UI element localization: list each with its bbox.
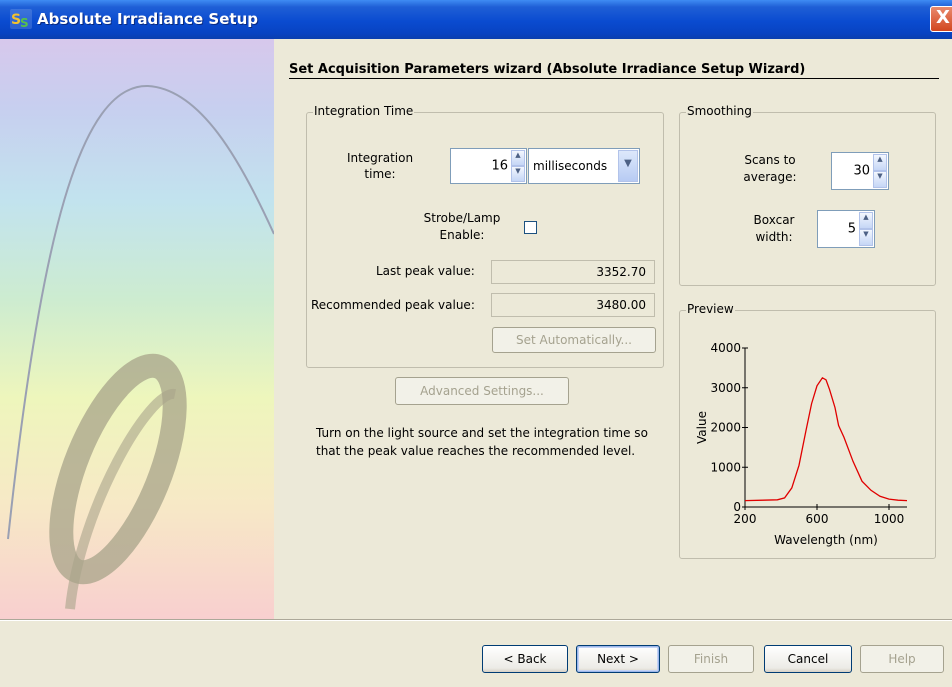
app-logo-icon: S S — [10, 9, 32, 29]
close-icon: X — [936, 7, 950, 28]
boxcar-width-label: Boxcar width: — [753, 213, 795, 244]
decrement-arrow-icon[interactable]: ▼ — [859, 229, 873, 246]
preview-group: Preview — [679, 302, 936, 559]
footer-divider — [0, 619, 952, 621]
scans-to-average-value[interactable]: 30 — [853, 164, 870, 179]
next-button[interactable]: Next > — [576, 645, 660, 673]
time-unit-value: milliseconds — [533, 159, 608, 173]
increment-arrow-icon[interactable]: ▲ — [859, 212, 873, 229]
increment-arrow-icon[interactable]: ▲ — [511, 150, 525, 166]
finish-button[interactable]: Finish — [668, 645, 754, 673]
smoothing-legend: Smoothing — [686, 104, 753, 118]
time-unit-dropdown[interactable]: milliseconds ▼ — [528, 148, 640, 184]
strobe-lamp-checkbox[interactable] — [524, 221, 537, 234]
integration-time-value[interactable]: 16 — [491, 159, 508, 174]
wizard-title: Set Acquisition Parameters wizard (Absol… — [289, 62, 806, 77]
close-button[interactable]: X — [930, 6, 952, 32]
help-button[interactable]: Help — [860, 645, 944, 673]
preview-legend: Preview — [686, 302, 735, 316]
svg-text:S: S — [20, 16, 29, 29]
boxcar-width-spinner[interactable]: 5 ▲ ▼ — [817, 210, 875, 248]
recommended-peak-value: 3480.00 — [491, 293, 655, 317]
scans-to-average-label: Scans to average: — [743, 153, 797, 184]
smoothing-group: Smoothing — [679, 104, 936, 286]
decrement-arrow-icon[interactable]: ▼ — [511, 166, 525, 182]
title-bar[interactable]: S S Absolute Irradiance Setup X — [0, 0, 952, 39]
wizard-side-banner — [0, 39, 274, 619]
spectrum-logo-art — [7, 84, 274, 610]
title-divider — [289, 78, 939, 79]
decrement-arrow-icon[interactable]: ▼ — [873, 171, 887, 188]
integration-time-legend: Integration Time — [313, 104, 415, 118]
increment-arrow-icon[interactable]: ▲ — [873, 154, 887, 171]
advanced-settings-button[interactable]: Advanced Settings... — [395, 377, 569, 405]
instruction-text: Turn on the light source and set the int… — [316, 426, 648, 458]
boxcar-width-value[interactable]: 5 — [848, 222, 856, 237]
cancel-button[interactable]: Cancel — [764, 645, 852, 673]
back-button[interactable]: < Back — [482, 645, 568, 673]
recommended-peak-label: Recommended peak value: — [311, 298, 475, 312]
scans-to-average-spinner[interactable]: 30 ▲ ▼ — [831, 152, 889, 190]
chevron-down-icon[interactable]: ▼ — [618, 150, 638, 182]
last-peak-label: Last peak value: — [376, 264, 475, 278]
window-title: Absolute Irradiance Setup — [37, 10, 258, 28]
last-peak-value: 3352.70 — [491, 260, 655, 284]
integration-time-label: Integration time: — [346, 151, 414, 181]
strobe-lamp-label: Strobe/Lamp Enable: — [423, 211, 501, 242]
integration-time-spinner[interactable]: 16 ▲ ▼ — [450, 148, 527, 184]
set-automatically-button[interactable]: Set Automatically... — [492, 327, 656, 353]
